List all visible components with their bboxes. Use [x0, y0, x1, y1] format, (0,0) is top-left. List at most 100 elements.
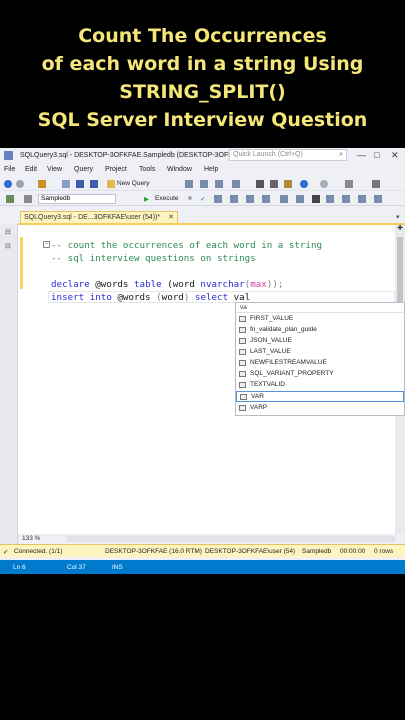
intellisense-item[interactable]: VARP — [236, 403, 404, 414]
intellisense-item-label: LAST_VALUE — [250, 348, 291, 355]
document-tabs: SQLQuery3.sql - DE...3OFKFAE\user (54))*… — [0, 210, 405, 224]
function-icon — [240, 394, 247, 400]
intellisense-item[interactable]: LAST_VALUE — [236, 347, 404, 358]
redo-icon[interactable] — [320, 180, 328, 188]
code-text: (word — [161, 279, 201, 290]
new-file-icon[interactable] — [62, 180, 70, 188]
code-keyword: insert into — [51, 292, 112, 303]
save-all-icon[interactable] — [90, 180, 98, 188]
maximize-button[interactable]: □ — [374, 150, 379, 160]
status-col: Col 37 — [67, 564, 86, 571]
query-tool2-icon[interactable] — [200, 180, 208, 188]
quick-launch-placeholder: Quick Launch (Ctrl+Q) — [233, 151, 303, 158]
comment-icon[interactable] — [326, 195, 334, 203]
connected-icon: ✔ — [3, 549, 9, 556]
title-line-4: SQL Server Interview Question — [37, 109, 368, 131]
menu-project[interactable]: Project — [105, 166, 127, 173]
back-icon[interactable] — [4, 180, 12, 188]
uncomment-icon[interactable] — [342, 195, 350, 203]
ssms-window: SQLQuery3.sql - DESKTOP-3OFKFAE.Sampledb… — [0, 148, 405, 574]
intellisense-item[interactable]: JSON_VALUE — [236, 336, 404, 347]
copy-icon[interactable] — [270, 180, 278, 188]
paste-icon[interactable] — [284, 180, 292, 188]
tab-dropdown-icon[interactable]: ▾ — [396, 213, 400, 221]
standard-toolbar: New Query — [0, 177, 405, 191]
title-bar: SQLQuery3.sql - DESKTOP-3OFKFAE.Sampledb… — [0, 148, 405, 163]
menu-view[interactable]: View — [47, 166, 62, 173]
new-query-icon[interactable] — [107, 180, 115, 188]
query-status-bar: ✔ Connected. (1/1) DESKTOP-3OFKFAE (16.0… — [0, 544, 405, 557]
tab-close-icon[interactable]: ✕ — [168, 212, 174, 223]
outdent-icon[interactable] — [374, 195, 382, 203]
quick-launch-input[interactable]: Quick Launch (Ctrl+Q) ⌕ — [229, 149, 347, 161]
function-icon — [239, 360, 246, 366]
menu-window[interactable]: Window — [167, 166, 192, 173]
parse-icon[interactable]: ✓ — [200, 195, 205, 203]
database-select[interactable]: Sampledb — [38, 194, 116, 204]
intellisense-item[interactable]: TEXTVALID — [236, 380, 404, 391]
plan-icon[interactable] — [214, 195, 222, 203]
menu-file[interactable]: File — [4, 166, 15, 173]
function-icon — [239, 316, 246, 322]
intellisense-item[interactable]: SQL_VARIANT_PROPERTY — [236, 369, 404, 380]
database-select-value: Sampledb — [41, 195, 71, 202]
results-icon[interactable] — [246, 195, 254, 203]
minimize-button[interactable]: — — [357, 150, 366, 160]
close-button[interactable]: ✕ — [391, 150, 399, 161]
solution-icon[interactable] — [345, 180, 353, 188]
status-user: DESKTOP-3OFKFAE\user (54) — [205, 548, 296, 555]
options-icon[interactable] — [372, 180, 380, 188]
query-tool-icon[interactable] — [185, 180, 193, 188]
split-icon[interactable]: ✚ — [396, 225, 404, 233]
code-function: max — [250, 279, 267, 290]
status-server: DESKTOP-3OFKFAE (16.0 RTM) — [105, 548, 202, 555]
collapse-toggle-icon[interactable]: − — [43, 241, 50, 248]
intellisense-item-selected[interactable]: VAR — [236, 391, 404, 402]
code-text: @words — [89, 279, 134, 290]
tab-label: SQLQuery3.sql - DE...3OFKFAE\user (54))* — [24, 214, 161, 221]
intellisense-item-label: VARP — [250, 404, 268, 411]
app-status-bar: Ln 6 Col 37 INS — [0, 560, 405, 574]
intellisense-item[interactable]: fn_validate_plan_guide — [236, 325, 404, 336]
menu-tools[interactable]: Tools — [139, 166, 155, 173]
forward-icon[interactable] — [16, 180, 24, 188]
execute-button[interactable]: Execute — [155, 195, 179, 202]
intellisense-icon[interactable] — [230, 195, 238, 203]
save-icon[interactable] — [76, 180, 84, 188]
execute-icon[interactable]: ▶ — [144, 195, 149, 203]
file-results-icon[interactable] — [312, 195, 320, 203]
search-icon: ⌕ — [339, 151, 343, 158]
menu-help[interactable]: Help — [204, 166, 218, 173]
intellisense-item[interactable]: FIRST_VALUE — [236, 314, 404, 325]
change-marker — [20, 237, 23, 289]
query-tool4-icon[interactable] — [232, 180, 240, 188]
panel-toggle-icon[interactable]: ⊟ — [5, 242, 11, 250]
function-icon — [239, 349, 246, 355]
title-line-2: of each word in a string Using — [41, 53, 364, 75]
indent-icon[interactable] — [358, 195, 366, 203]
pin-icon[interactable]: ⊟ — [5, 228, 11, 236]
editor-horizontal-scrollbar[interactable] — [66, 536, 395, 542]
stop-icon[interactable]: ■ — [188, 195, 192, 202]
zoom-level[interactable]: 133 % — [22, 535, 40, 542]
window-title: SQLQuery3.sql - DESKTOP-3OFKFAE.Sampledb… — [20, 152, 239, 159]
code-keyword: select — [194, 292, 229, 303]
open-icon[interactable] — [38, 180, 46, 188]
cut-icon[interactable] — [256, 180, 264, 188]
menu-edit[interactable]: Edit — [25, 166, 37, 173]
intellisense-item-label: FIRST_VALUE — [250, 315, 294, 322]
title-line-1: Count The Occurrences — [78, 25, 327, 47]
intellisense-popup: va FIRST_VALUE fn_validate_plan_guide JS… — [235, 302, 405, 416]
status-time: 00:00:00 — [340, 548, 366, 555]
menu-query[interactable]: Query — [74, 166, 93, 173]
new-query-button[interactable]: New Query — [117, 180, 150, 187]
text-results-icon[interactable] — [280, 195, 288, 203]
connect-icon[interactable] — [6, 195, 14, 203]
intellisense-item[interactable]: NEWFILESTREAMVALUE — [236, 358, 404, 369]
query-tool3-icon[interactable] — [215, 180, 223, 188]
sql-toolbar: Sampledb ▶ Execute ■ ✓ — [0, 192, 405, 206]
intellisense-item-label: fn_validate_plan_guide — [250, 326, 317, 333]
grid-results-icon[interactable] — [296, 195, 304, 203]
stats-icon[interactable] — [262, 195, 270, 203]
undo-icon[interactable] — [300, 180, 308, 188]
